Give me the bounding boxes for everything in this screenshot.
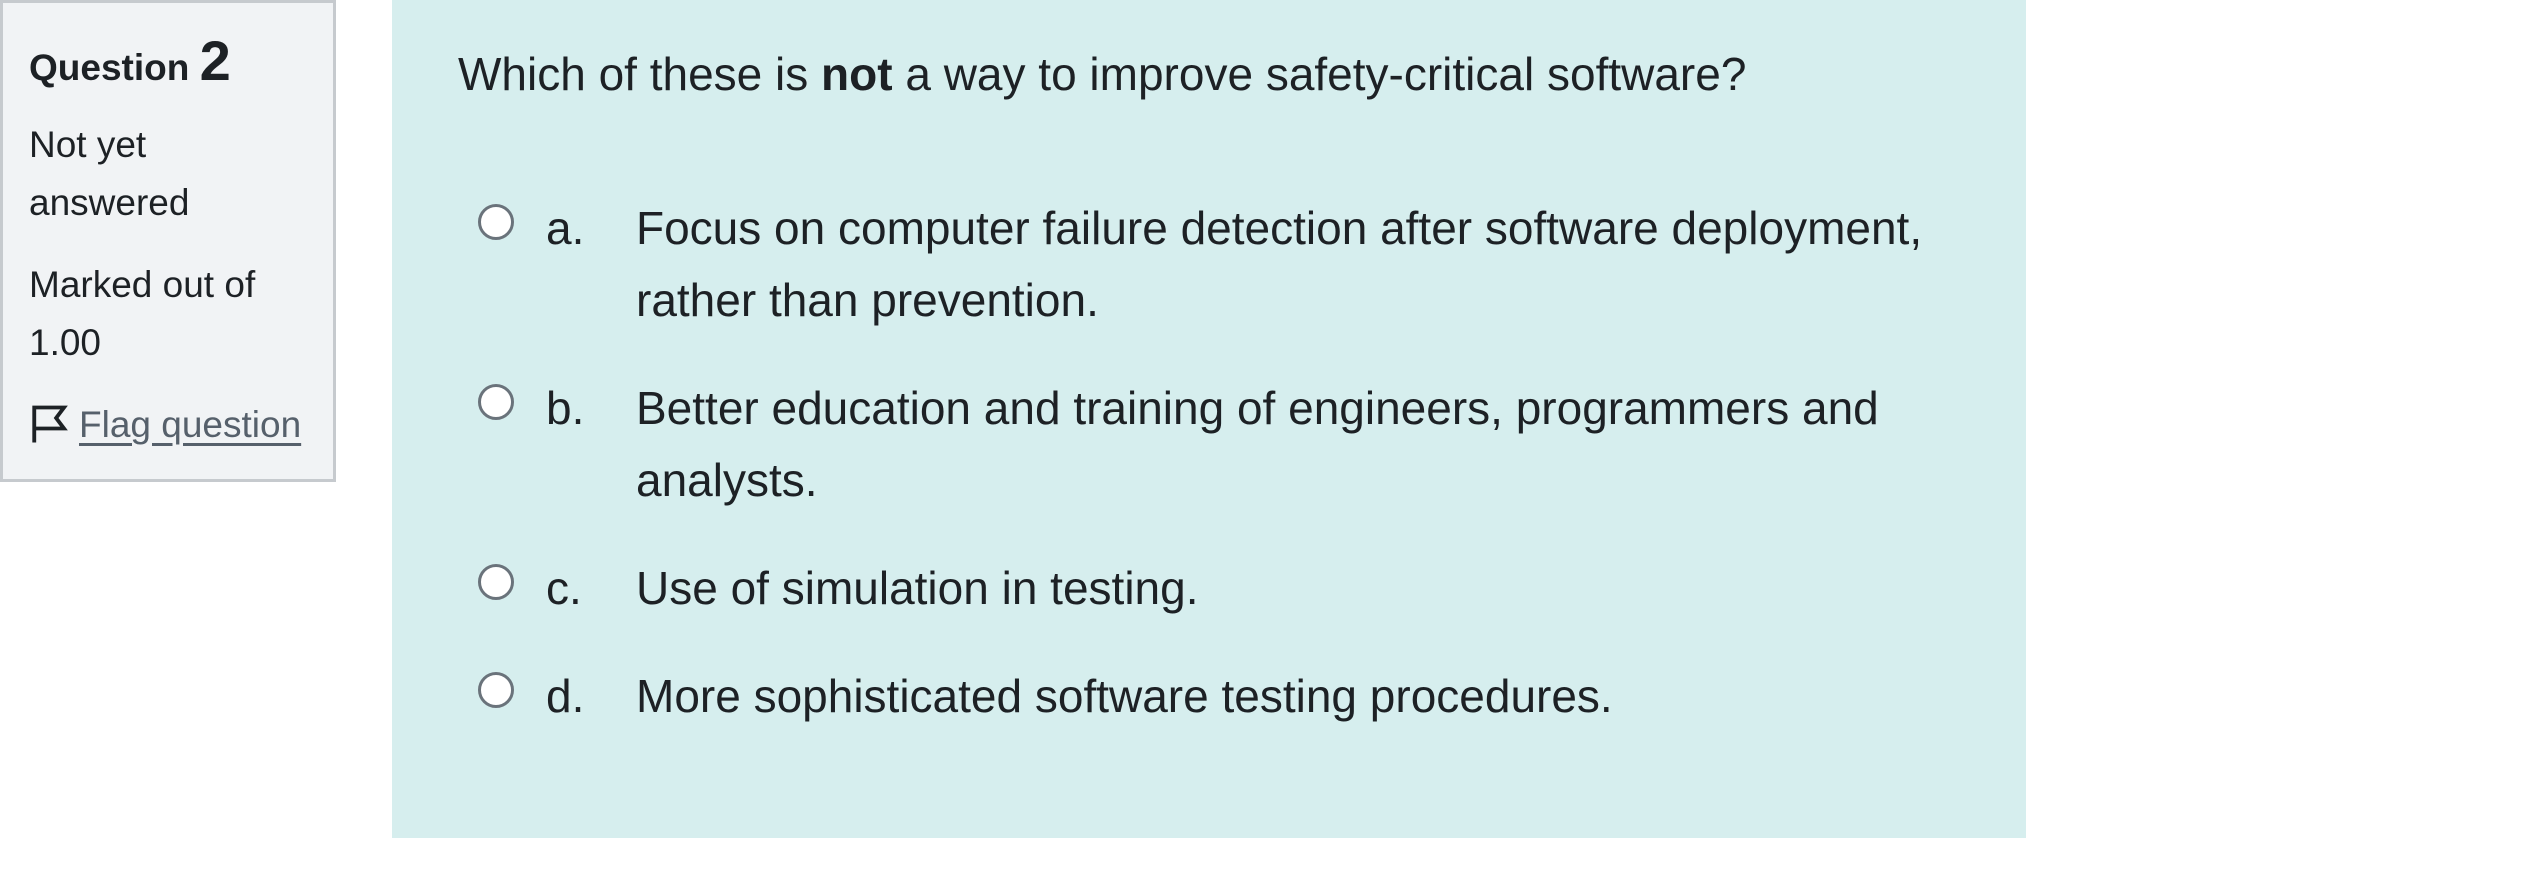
answer-option-c[interactable]: c. Use of simulation in testing. [458, 552, 1962, 624]
answer-list: a. Focus on computer failure detection a… [458, 192, 1962, 732]
answer-letter-a: a. [546, 202, 585, 254]
answer-radio-a[interactable] [478, 204, 514, 240]
flag-question-link[interactable]: Flag question [79, 396, 301, 454]
answer-option-d[interactable]: d. More sophisticated software testing p… [458, 660, 1962, 732]
answer-text-d[interactable]: More sophisticated software testing proc… [636, 660, 1962, 732]
flag-icon [32, 405, 68, 443]
answer-text-c[interactable]: Use of simulation in testing. [636, 552, 1962, 624]
answer-letter-b: b. [546, 382, 585, 434]
question-grade: Marked out of 1.00 [29, 264, 256, 364]
question-text-start: Which of these is [458, 48, 822, 100]
flag-question-button[interactable]: Flag question [29, 396, 307, 454]
question-number-heading: Question 2 [29, 27, 307, 94]
answer-letter-d: d. [546, 670, 585, 722]
answer-option-a[interactable]: a. Focus on computer failure detection a… [458, 192, 1962, 336]
answer-letter-c: c. [546, 562, 582, 614]
question-text: Which of these is not a way to improve s… [458, 46, 1962, 102]
question-state: Not yet answered [29, 124, 190, 224]
question-content: Which of these is not a way to improve s… [392, 0, 2026, 838]
question-text-emphasis: not [821, 48, 893, 100]
answer-text-b[interactable]: Better education and training of enginee… [636, 372, 1962, 516]
question-text-end: a way to improve safety-critical softwar… [892, 48, 1747, 100]
answer-radio-c[interactable] [478, 564, 514, 600]
question-number: 2 [199, 29, 231, 92]
question-label: Question [29, 47, 190, 88]
question-info-panel: Question 2 Not yet answered Marked out o… [0, 0, 336, 482]
answer-radio-d[interactable] [478, 672, 514, 708]
answer-text-a[interactable]: Focus on computer failure detection afte… [636, 192, 1962, 336]
answer-option-b[interactable]: b. Better education and training of engi… [458, 372, 1962, 516]
answer-radio-b[interactable] [478, 384, 514, 420]
